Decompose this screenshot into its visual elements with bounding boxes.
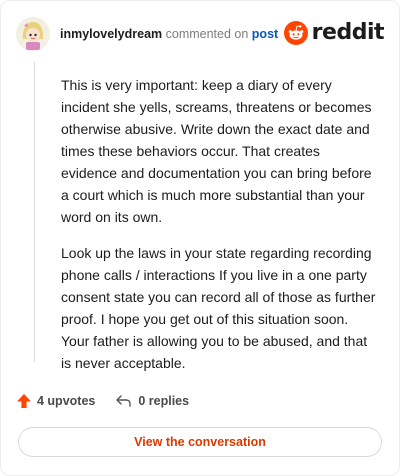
comment-meta: inmylovelydream commented on post [60,26,278,42]
user-avatar[interactable] [16,17,50,51]
comment-paragraph-1: This is very important: keep a diary of … [61,77,372,225]
avatar-illustration [16,17,50,51]
embedded-comment-card: inmylovelydream commented on post reddit… [0,0,400,476]
reply-button[interactable]: 0 replies [115,393,189,409]
username[interactable]: inmylovelydream [60,27,162,41]
action-text: commented on [165,27,249,41]
comment-header: inmylovelydream commented on post reddit [16,16,385,52]
view-conversation-button[interactable]: View the conversation [18,427,382,457]
comment-actions: 4 upvotes 0 replies [16,393,209,409]
reply-arrow-icon [116,395,132,407]
post-link[interactable]: post [252,27,278,41]
reply-count: 0 replies [138,394,190,408]
upvote-button[interactable]: 4 upvotes [16,393,95,409]
upvote-arrow-icon [17,394,31,408]
reddit-logo[interactable]: reddit [283,20,385,45]
reddit-wordmark: reddit [311,20,385,45]
comment-paragraph-2: Look up the laws in your state regarding… [61,245,376,371]
upvote-count: 4 upvotes [37,394,96,408]
comment-body: This is very important: keep a diary of … [61,74,376,388]
reddit-snoo-icon [283,20,308,45]
thread-line [34,62,35,362]
